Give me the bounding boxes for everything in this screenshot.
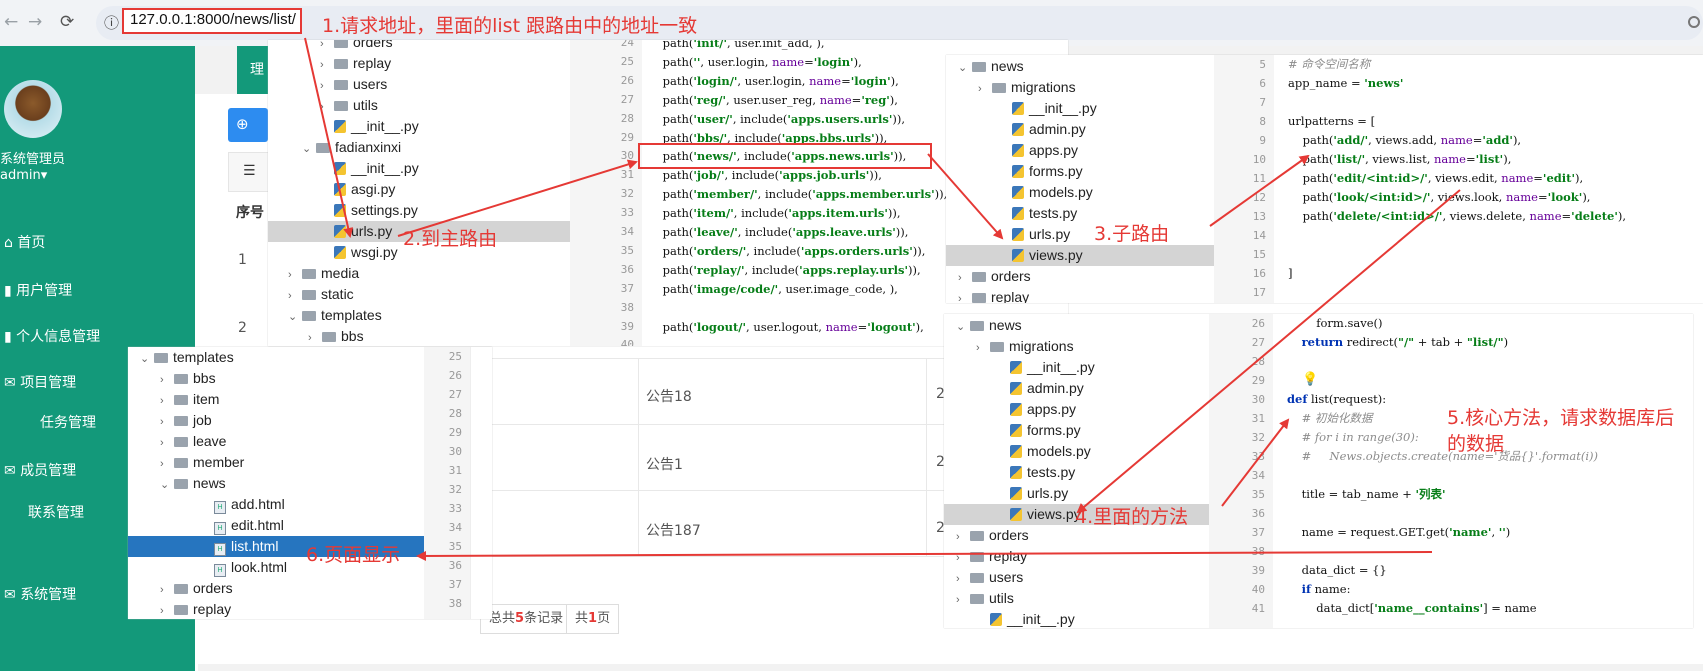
arrow-views-to-template (416, 550, 1433, 561)
arrow-main-urls-to-route (397, 159, 638, 237)
arrow-list-route-to-views (1076, 189, 1461, 514)
annotation-arrows (304, 37, 1461, 561)
arrow-url-to-main-urls (304, 37, 354, 238)
arrow-sub-urls-to-list-route (1209, 154, 1310, 227)
arrow-route-to-sub-urls (927, 153, 1004, 240)
arrow-views-to-list-function (1221, 418, 1290, 507)
